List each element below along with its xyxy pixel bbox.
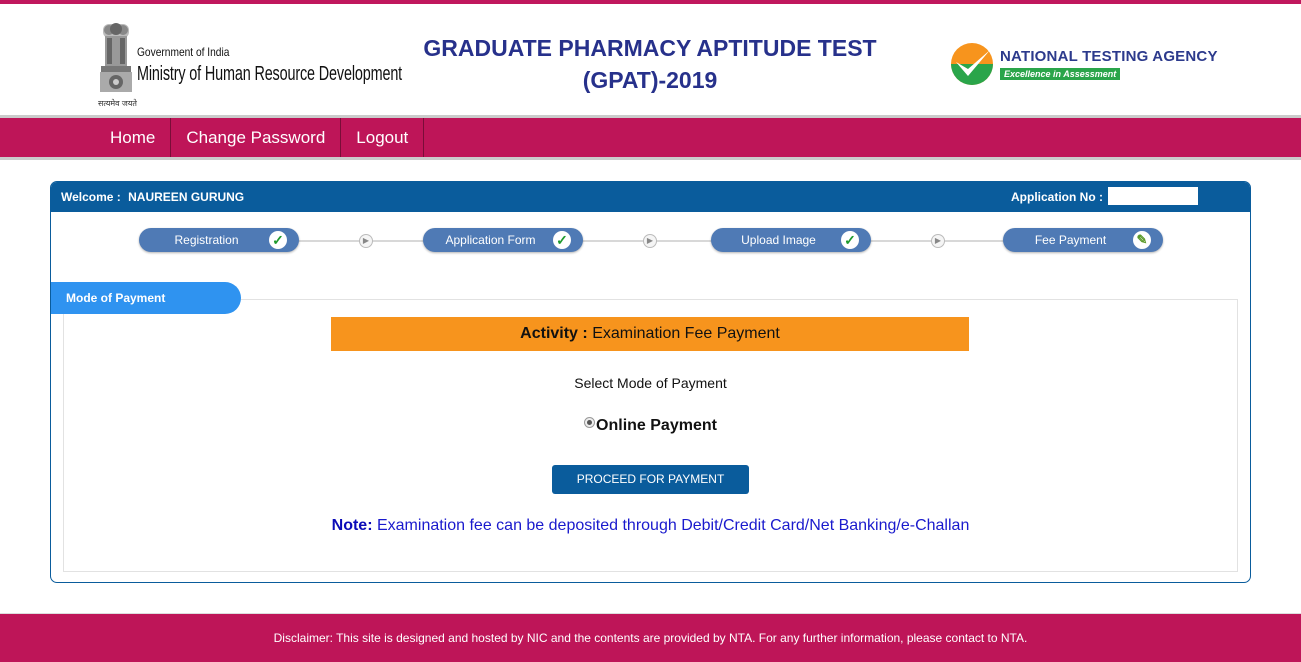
title-line-1: GRADUATE PHARMACY APTITUDE TEST (423, 35, 877, 61)
main-navbar: Home Change Password Logout (0, 115, 1301, 160)
proceed-for-payment-button[interactable]: PROCEED FOR PAYMENT (552, 465, 749, 494)
ministry-label: Ministry of Human Resource Development (137, 63, 403, 85)
nta-logo[interactable]: NATIONAL TESTING AGENCY Excellence in As… (950, 40, 1217, 90)
footer: Disclaimer: This site is designed and ho… (0, 613, 1301, 662)
nav-change-password[interactable]: Change Password (171, 118, 342, 157)
mode-of-payment-tab: Mode of Payment (51, 282, 241, 314)
note-text: Examination fee can be deposited through… (376, 517, 970, 534)
progress-steps: Registration ✓ ▶ Application Form ✓ ▶ Up… (51, 222, 1250, 258)
gov-of-india-label: Government of India (137, 45, 230, 59)
checkmark-icon: ✓ (553, 231, 571, 249)
emblem-caption: सत्यमेव जयते (98, 99, 137, 108)
application-no-label: Application No : (1011, 190, 1103, 204)
application-no-value (1108, 187, 1198, 205)
payment-note: Note: Examination fee can be deposited t… (51, 517, 1250, 535)
nta-check-logo-icon (951, 43, 993, 85)
step-label: Fee Payment (1034, 233, 1107, 247)
panel-header: Welcome : NAUREEN GURUNG Application No … (51, 182, 1250, 212)
note-label: Note: (331, 517, 373, 534)
step-label: Registration (174, 233, 239, 247)
disclaimer-text: Disclaimer: This site is designed and ho… (273, 631, 1028, 645)
nta-tagline: Excellence in Assessment (1000, 68, 1121, 80)
activity-value: Examination Fee Payment (592, 325, 780, 342)
online-payment-radio[interactable] (584, 417, 596, 428)
arrow-right-icon: ▶ (931, 234, 945, 248)
online-payment-label[interactable]: Online Payment (596, 417, 717, 434)
nav-home[interactable]: Home (95, 118, 172, 157)
step-registration[interactable]: Registration ✓ (139, 228, 299, 252)
welcome-text: Welcome : NAUREEN GURUNG (61, 190, 244, 204)
checkmark-icon: ✓ (269, 231, 287, 249)
nta-name: NATIONAL TESTING AGENCY (1000, 48, 1218, 65)
checkmark-icon: ✓ (841, 231, 859, 249)
pencil-icon: ✎ (1133, 231, 1151, 249)
page-title: GRADUATE PHARMACY APTITUDE TEST (GPAT)-2… (400, 32, 900, 96)
mhrd-logo[interactable]: Government of India Ministry of Human Re… (95, 20, 402, 110)
step-application-form[interactable]: Application Form ✓ (423, 228, 583, 252)
activity-banner: Activity : Examination Fee Payment (331, 317, 969, 351)
activity-label: Activity : (520, 325, 588, 342)
application-panel: Welcome : NAUREEN GURUNG Application No … (50, 181, 1251, 583)
step-label: Upload Image (741, 233, 816, 247)
national-emblem-icon (100, 23, 132, 92)
welcome-label: Welcome : (61, 190, 121, 204)
site-header: Government of India Ministry of Human Re… (0, 4, 1301, 116)
user-name: NAUREEN GURUNG (128, 190, 245, 204)
nav-logout[interactable]: Logout (341, 118, 425, 157)
payment-option-online[interactable]: Online Payment (51, 417, 1250, 435)
arrow-right-icon: ▶ (359, 234, 373, 248)
step-label: Application Form (445, 233, 536, 247)
select-mode-label: Select Mode of Payment (574, 375, 727, 391)
arrow-right-icon: ▶ (643, 234, 657, 248)
title-line-2: (GPAT)-2019 (582, 67, 718, 93)
step-fee-payment[interactable]: Fee Payment ✎ (1003, 228, 1163, 252)
step-upload-image[interactable]: Upload Image ✓ (711, 228, 871, 252)
